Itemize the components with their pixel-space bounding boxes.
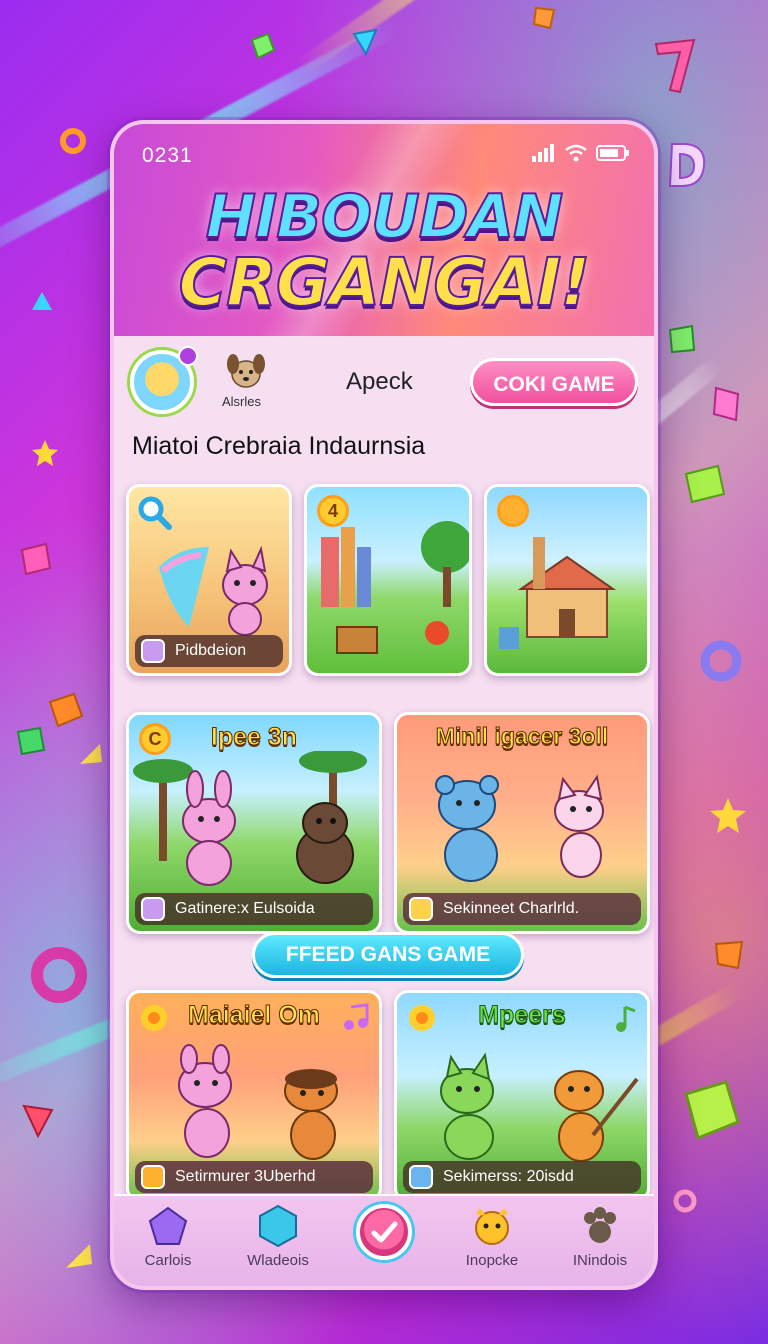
check-icon <box>371 1221 398 1243</box>
profile-row: Alsrles Apeck COKI GAME <box>114 346 654 426</box>
ticket-icon <box>409 897 433 921</box>
letter-seven-icon <box>654 38 696 94</box>
gem-icon <box>532 6 556 30</box>
nav-item-carlois[interactable]: Carlois <box>118 1204 218 1269</box>
star-face-icon <box>475 1208 509 1245</box>
bunny-and-otter-illustration <box>178 1044 338 1160</box>
center-label: Apeck <box>346 368 413 395</box>
card-label: Sekimerss: 20isdd <box>403 1161 641 1193</box>
card-label: Setirmurer 3Uberhd <box>135 1161 373 1193</box>
gem-icon <box>32 292 52 310</box>
ring-icon <box>60 128 86 154</box>
gem-icon <box>20 542 52 576</box>
card-label: Sekinneet Charlrld. <box>403 893 641 925</box>
card-label-text: Sekimerss: 20isdd <box>443 1168 574 1185</box>
park-illustration <box>321 521 469 654</box>
gem-icon <box>352 28 378 56</box>
signal-icon <box>532 144 554 162</box>
nav-item-inopcke[interactable]: Inopcke <box>442 1204 542 1269</box>
bunny-and-dog-illustration <box>133 751 367 886</box>
nav-item-inindois[interactable]: INindois <box>550 1204 650 1269</box>
game-card-4[interactable]: C Ipee 3n Gatinere:x Eulsoida <box>126 712 382 934</box>
phone-frame: 0231 HIBOUDAN CRGANGAI! Alsrles Apeck CO… <box>110 120 658 1290</box>
app-title-line2: CRGANGAI! <box>178 243 592 322</box>
card-label-text: Sekinneet Charlrld. <box>443 900 580 917</box>
light-streak <box>294 0 715 77</box>
status-time: 0231 <box>142 144 193 167</box>
nav-label: Inopcke <box>465 1252 519 1269</box>
card-title: Ipee 3n <box>210 723 298 752</box>
card-label-text: Pidbdeion <box>175 642 247 659</box>
pentagon-icon <box>148 1206 188 1245</box>
shield-icon <box>409 1165 433 1189</box>
music-note-icon <box>344 1003 369 1030</box>
gem-icon <box>712 386 740 422</box>
nav-label: Carlois <box>144 1252 192 1269</box>
gem-icon <box>668 324 696 354</box>
gem-icon <box>714 940 744 970</box>
gem-icon <box>250 32 276 60</box>
game-card-5[interactable]: Minil igacer 3oll Sekinneet Charlrld. <box>394 712 650 934</box>
pink-cat-illustration <box>159 545 268 636</box>
coki-game-button[interactable]: COKI GAME <box>470 358 638 406</box>
gem-icon <box>259 1204 297 1248</box>
game-card-2[interactable]: 4 <box>304 484 472 676</box>
gem-icon <box>48 692 84 728</box>
shield-icon <box>141 1165 165 1189</box>
game-card-7[interactable]: Mpeers Sekimerss: 20isdd <box>394 990 650 1202</box>
gem-icon <box>66 1244 92 1268</box>
status-icons <box>532 144 630 162</box>
feed-game-button[interactable]: FFEED GANS GAME <box>252 932 524 978</box>
card-title: Minil igacer 3oll <box>435 723 609 750</box>
creature-band-illustration <box>440 1052 639 1162</box>
nav-item-wladeois[interactable]: Wladeois <box>228 1204 328 1269</box>
app-title-line1: HIBOUDAN <box>205 181 564 253</box>
header-banner: 0231 HIBOUDAN CRGANGAI! <box>114 124 654 336</box>
card-title: Mpeers <box>478 1001 567 1030</box>
play-icon <box>141 639 165 663</box>
gem-icon <box>16 726 46 756</box>
gem-icon <box>22 1104 54 1139</box>
notification-badge <box>178 346 198 366</box>
letter-d-icon <box>668 143 706 187</box>
battery-icon <box>596 145 629 161</box>
bear-and-cat-illustration <box>435 774 604 882</box>
nav-label: INindois <box>572 1252 628 1269</box>
ring-icon <box>700 640 742 682</box>
wifi-icon <box>565 144 587 162</box>
nav-center-button[interactable] <box>356 1204 412 1260</box>
house-illustration <box>499 537 617 649</box>
ring-icon <box>31 947 87 1003</box>
nav-label: Wladeois <box>247 1252 309 1269</box>
star-icon <box>32 440 58 466</box>
card-icon <box>141 897 165 921</box>
gem-icon <box>80 744 102 764</box>
gem-icon <box>684 464 726 504</box>
card-label-text: Gatinere:x Eulsoida <box>175 900 315 917</box>
game-card-1[interactable]: Pidbdeion <box>126 484 292 676</box>
card-label-text: Setirmurer 3Uberhd <box>175 1168 316 1185</box>
bottom-nav: Carlois Wladeois Inopcke INindois <box>114 1194 654 1286</box>
paw-icon <box>584 1207 616 1243</box>
gem-icon <box>684 1080 740 1141</box>
card-label: Gatinere:x Eulsoida <box>135 893 373 925</box>
section-heading: Miatoi Crebraia Indaurnsia <box>132 432 426 460</box>
ring-icon <box>673 1189 697 1213</box>
music-note-icon <box>616 1005 636 1032</box>
game-card-3[interactable] <box>484 484 650 676</box>
pet-label: Alsrles <box>222 394 262 409</box>
card-label: Pidbdeion <box>135 635 283 667</box>
game-card-6[interactable]: Maiaiel Om Setirmurer 3Uberhd <box>126 990 382 1202</box>
dog-face-icon[interactable] <box>226 352 266 390</box>
star-icon <box>710 798 746 833</box>
